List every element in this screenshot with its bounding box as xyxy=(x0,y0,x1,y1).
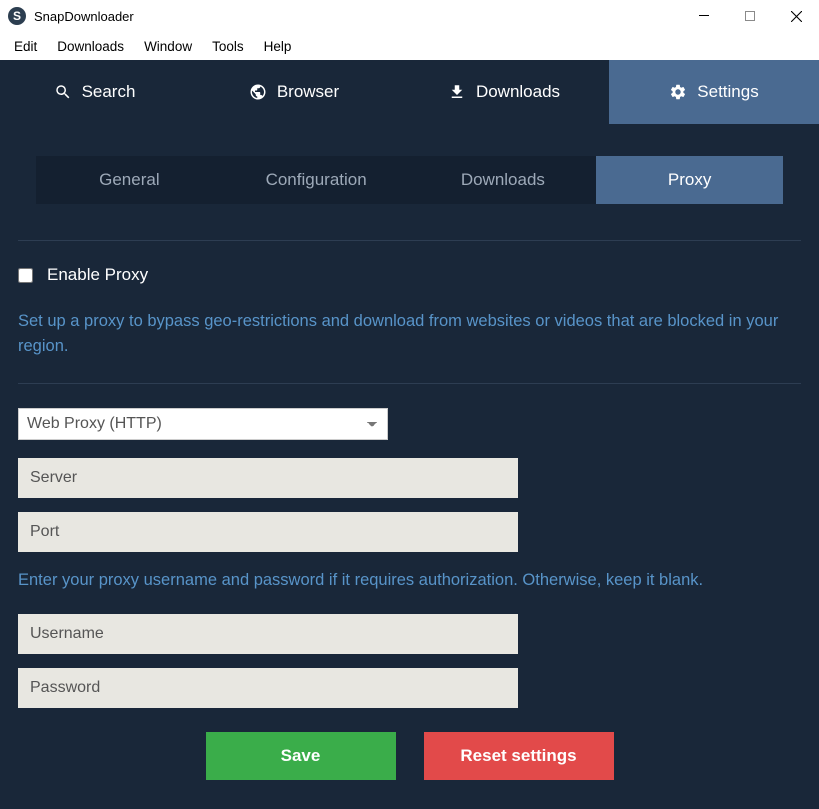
titlebar: S SnapDownloader xyxy=(0,0,819,32)
tab-settings[interactable]: Settings xyxy=(609,60,819,124)
gear-icon xyxy=(669,83,687,101)
menu-edit[interactable]: Edit xyxy=(4,35,47,58)
buttons-row: Save Reset settings xyxy=(18,732,801,780)
menu-window[interactable]: Window xyxy=(134,35,202,58)
menubar: Edit Downloads Window Tools Help xyxy=(0,32,819,60)
sub-tab-proxy[interactable]: Proxy xyxy=(596,156,783,204)
globe-icon xyxy=(249,83,267,101)
proxy-type-select[interactable]: Web Proxy (HTTP) xyxy=(18,408,388,440)
maximize-button[interactable] xyxy=(727,0,773,32)
settings-sub-tabs: General Configuration Downloads Proxy xyxy=(36,156,783,204)
proxy-config-section: Web Proxy (HTTP) Enter your proxy userna… xyxy=(18,384,801,805)
enable-proxy-row: Enable Proxy xyxy=(18,265,801,285)
tab-browser[interactable]: Browser xyxy=(189,60,399,124)
enable-proxy-checkbox[interactable] xyxy=(18,268,33,283)
tab-browser-label: Browser xyxy=(277,82,339,102)
window-controls xyxy=(681,0,819,32)
tab-downloads-label: Downloads xyxy=(476,82,560,102)
proxy-description: Set up a proxy to bypass geo-restriction… xyxy=(18,309,801,359)
main-tabs: Search Browser Downloads Settings xyxy=(0,60,819,124)
menu-tools[interactable]: Tools xyxy=(202,35,254,58)
password-input[interactable] xyxy=(18,668,518,708)
download-icon xyxy=(448,83,466,101)
server-input[interactable] xyxy=(18,458,518,498)
menu-help[interactable]: Help xyxy=(254,35,302,58)
menu-downloads[interactable]: Downloads xyxy=(47,35,134,58)
tab-search[interactable]: Search xyxy=(0,60,189,124)
minimize-button[interactable] xyxy=(681,0,727,32)
enable-proxy-section: Enable Proxy Set up a proxy to bypass ge… xyxy=(18,241,801,383)
auth-help-text: Enter your proxy username and password i… xyxy=(18,568,801,593)
port-input[interactable] xyxy=(18,512,518,552)
tab-search-label: Search xyxy=(82,82,136,102)
sub-tab-general[interactable]: General xyxy=(36,156,223,204)
reset-button[interactable]: Reset settings xyxy=(424,732,614,780)
enable-proxy-label: Enable Proxy xyxy=(47,265,148,285)
sub-tab-downloads[interactable]: Downloads xyxy=(410,156,597,204)
sub-tab-configuration[interactable]: Configuration xyxy=(223,156,410,204)
close-button[interactable] xyxy=(773,0,819,32)
tab-settings-label: Settings xyxy=(697,82,758,102)
username-input[interactable] xyxy=(18,614,518,654)
settings-content: General Configuration Downloads Proxy En… xyxy=(0,124,819,809)
save-button[interactable]: Save xyxy=(206,732,396,780)
app-title: SnapDownloader xyxy=(34,9,134,24)
search-icon xyxy=(54,83,72,101)
app-logo-icon: S xyxy=(8,7,26,25)
tab-downloads[interactable]: Downloads xyxy=(399,60,609,124)
